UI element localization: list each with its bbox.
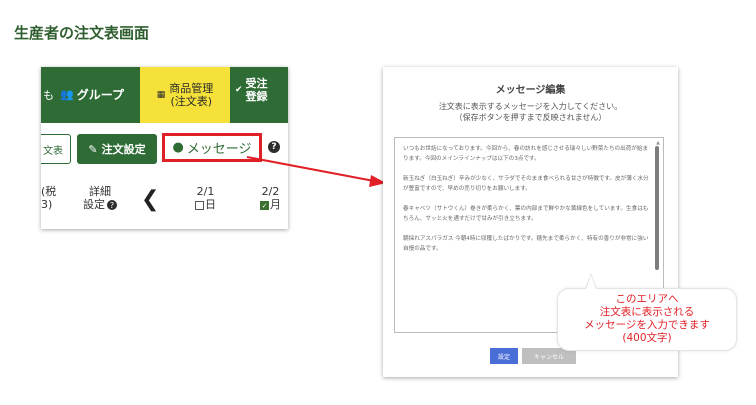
date1-label: 2/1	[196, 185, 215, 198]
speech-bubble-icon: ●	[172, 140, 184, 155]
message-button-label: メッセージ	[186, 142, 252, 157]
page-title: 生産者の注文表画面	[14, 24, 150, 42]
toolbar: 文表 ✎ 注文設定 ● メッセージ ?	[41, 131, 288, 165]
dialog-desc-line2: （保存ボタンを押すまで反映されません）	[454, 113, 607, 122]
textarea-scrollbar[interactable]	[655, 146, 659, 270]
nav-product-line2: (注文表)	[170, 95, 213, 108]
save-button[interactable]: 設定	[490, 348, 518, 364]
date2-checkbox[interactable]: ✓	[260, 200, 269, 210]
message-paragraph: いつもお世話になっております。今回から、春の訪れを感じさせる瑞々しい野菜たちの出…	[403, 146, 649, 162]
callout-line2: 注文表に表示される	[599, 306, 695, 318]
table-header-row: (税 3) 詳細 設定? ❮ 2/1 日 2/2 ✓ 月	[41, 181, 288, 221]
nav-cut-label: も	[43, 89, 54, 102]
date-column-2: 2/2 ✓ 月	[260, 185, 281, 211]
detail-line1: 詳細	[89, 185, 111, 198]
tax-line1: (税	[41, 185, 57, 198]
detail-settings[interactable]: 詳細 設定?	[83, 185, 117, 211]
callout-line4: (400文字)	[622, 332, 672, 344]
order-table-button[interactable]: 文表	[41, 134, 71, 164]
chevron-left-icon[interactable]: ❮	[141, 187, 159, 212]
nav-item-product-management[interactable]: ▦ 商品管理 (注文表)	[140, 67, 230, 123]
message-paragraph: 朝採れアスパラガス 今朝4時に収穫したばかりです。穂先まで柔らかく、特有の香りが…	[403, 236, 649, 252]
message-paragraph: 新玉ねぎ（白玉ねぎ）辛みが少なく、サラダでそのまま食べられる甘さが特徴です。皮が…	[403, 176, 649, 192]
nav-group-label: グループ	[76, 88, 124, 102]
nav-order-line2: 登録	[245, 90, 268, 103]
detail-line2: 設定	[83, 198, 105, 211]
date2-day: 月	[270, 198, 281, 211]
nav-item-group[interactable]: 👥 グループ	[60, 86, 124, 103]
nav-product-line1: 商品管理	[169, 82, 214, 95]
help-icon[interactable]: ?	[107, 200, 117, 210]
table-icon: ▦	[156, 90, 166, 100]
date-column-1: 2/1 日	[195, 185, 216, 211]
order-settings-button[interactable]: ✎ 注文設定	[77, 134, 157, 164]
annotation-callout: このエリアへ 注文表に表示される メッセージを入力できます (400文字)	[557, 288, 737, 351]
order-table-screenshot: も 👥 グループ ▦ 商品管理 (注文表) ✔ 受注 登録 文表 ✎ 注文設定 …	[41, 67, 288, 229]
date1-checkbox[interactable]	[195, 200, 204, 210]
order-settings-label: 注文設定	[101, 143, 146, 156]
message-paragraph: 春キャベツ（サトウくん）巻きが柔らかく、葉の内部まで鮮やかな黄緑色をしています。…	[403, 206, 649, 222]
nav-item-order-registration[interactable]: ✔ 受注 登録	[235, 77, 268, 103]
message-button[interactable]: ● メッセージ	[162, 133, 262, 162]
dialog-title: メッセージ編集	[495, 85, 566, 96]
tax-line2: 3)	[41, 198, 53, 211]
top-nav: も 👥 グループ ▦ 商品管理 (注文表) ✔ 受注 登録	[41, 67, 288, 123]
date1-day: 日	[205, 198, 216, 211]
callout-line3: メッセージを入力できます	[584, 319, 710, 331]
callout-tail-inner	[586, 275, 596, 289]
pencil-icon: ✎	[88, 142, 98, 156]
nav-order-line1: 受注	[245, 77, 268, 90]
date2-label: 2/2	[261, 185, 280, 198]
help-icon[interactable]: ?	[268, 141, 280, 153]
callout-line1: このエリアへ	[615, 293, 679, 305]
dialog-desc-line1: 注文表に表示するメッセージを入力してください。	[438, 102, 623, 111]
users-icon: 👥	[60, 88, 74, 101]
check-circle-icon: ✔	[235, 84, 243, 95]
